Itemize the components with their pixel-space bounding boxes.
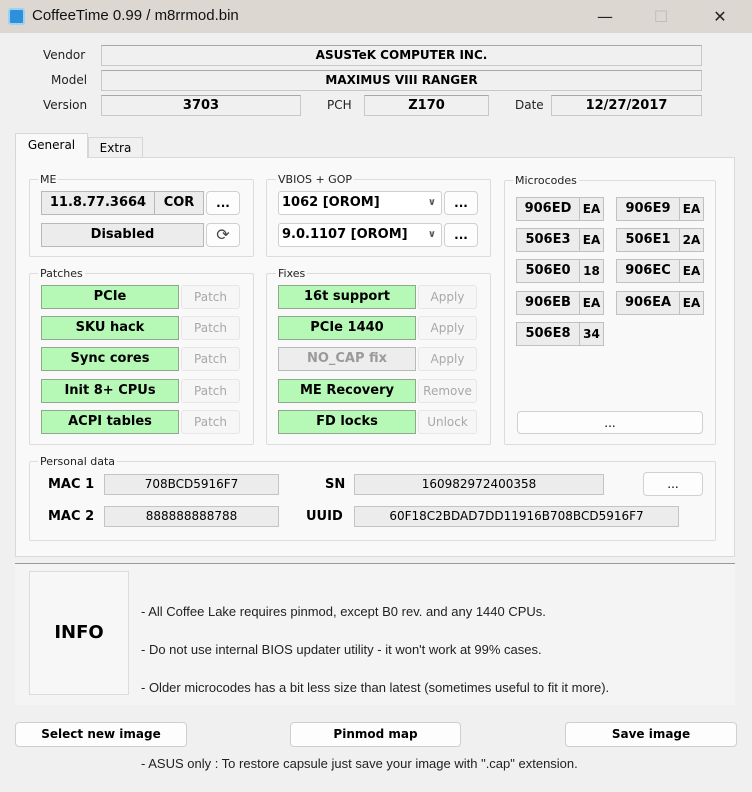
- version-field: 3703: [101, 95, 301, 116]
- info-line: - Older microcodes has a bit less size t…: [141, 680, 610, 695]
- fixes-group-label: Fixes: [276, 267, 308, 280]
- patch-status: PCIe: [41, 285, 179, 309]
- info-text: - All Coffee Lake requires pinmod, excep…: [141, 583, 609, 792]
- fix-status: ME Recovery: [278, 379, 416, 403]
- mac2-field[interactable]: 888888888788: [104, 506, 279, 527]
- mac1-field[interactable]: 708BCD5916F7: [104, 474, 279, 495]
- vbios-select[interactable]: 1062 [OROM] ∨: [278, 191, 442, 215]
- gop-value: 9.0.1107 [OROM]: [282, 227, 408, 242]
- vendor-field: ASUSTeK COMPUTER INC.: [101, 45, 702, 66]
- fix-status: PCIe 1440: [278, 316, 416, 340]
- patch-button[interactable]: Patch: [181, 347, 240, 371]
- fix-status: NO_CAP fix: [278, 347, 416, 371]
- microcodes-group-label: Microcodes: [513, 174, 579, 187]
- microcode-cpuid: 906EB: [516, 291, 580, 315]
- fix-button[interactable]: Apply: [418, 316, 477, 340]
- sn-label: SN: [325, 477, 346, 492]
- patch-status: Init 8+ CPUs: [41, 379, 179, 403]
- gop-more-button[interactable]: ...: [444, 223, 478, 247]
- microcode-revision: EA: [579, 197, 604, 221]
- microcode-cpuid: 906E9: [616, 197, 680, 221]
- refresh-icon[interactable]: ⟳: [206, 223, 240, 247]
- me-state: Disabled: [41, 223, 204, 247]
- microcode-cpuid: 506E3: [516, 228, 580, 252]
- fix-status: 16t support: [278, 285, 416, 309]
- microcode-revision: EA: [679, 197, 704, 221]
- mac1-label: MAC 1: [48, 477, 95, 492]
- select-new-image-button[interactable]: Select new image: [15, 722, 187, 747]
- patch-status: ACPI tables: [41, 410, 179, 434]
- microcode-cpuid: 506E1: [616, 228, 680, 252]
- patches-group-label: Patches: [38, 267, 85, 280]
- chevron-down-icon: ∨: [427, 229, 436, 240]
- info-title: INFO: [29, 571, 129, 695]
- personal-data-label: Personal data: [38, 455, 118, 468]
- minimize-button[interactable]: —: [582, 4, 628, 30]
- gop-select[interactable]: 9.0.1107 [OROM] ∨: [278, 223, 442, 247]
- patch-status: Sync cores: [41, 347, 179, 371]
- model-label: Model: [51, 73, 88, 87]
- vbios-group-label: VBIOS + GOP: [276, 173, 354, 186]
- info-line: - Do not use internal BIOS updater utili…: [141, 642, 542, 657]
- microcodes-more-button[interactable]: ...: [517, 411, 703, 434]
- app-icon: [8, 8, 25, 25]
- chevron-down-icon: ∨: [427, 197, 436, 208]
- patch-button[interactable]: Patch: [181, 410, 240, 434]
- info-line: - ASUS only : To restore capsule just sa…: [141, 756, 578, 771]
- me-group-label: ME: [38, 173, 59, 186]
- patch-button[interactable]: Patch: [181, 285, 240, 309]
- microcode-revision: 18: [579, 259, 604, 283]
- microcode-cpuid: 506E0: [516, 259, 580, 283]
- close-button[interactable]: ✕: [697, 4, 743, 30]
- me-version: 11.8.77.3664: [41, 191, 155, 215]
- microcode-revision: EA: [579, 291, 604, 315]
- microcode-cpuid: 906EC: [616, 259, 680, 283]
- window-title: CoffeeTime 0.99 / m8rrmod.bin: [32, 7, 239, 24]
- fix-button[interactable]: Unlock: [418, 410, 477, 434]
- microcode-cpuid: 506E8: [516, 322, 580, 346]
- microcode-cpuid: 906EA: [616, 291, 680, 315]
- patch-button[interactable]: Patch: [181, 316, 240, 340]
- pch-label: PCH: [327, 98, 352, 112]
- microcode-revision: EA: [679, 291, 704, 315]
- fix-status: FD locks: [278, 410, 416, 434]
- personal-more-button[interactable]: ...: [643, 472, 703, 496]
- maximize-button[interactable]: ☐: [638, 4, 684, 30]
- pinmod-map-button[interactable]: Pinmod map: [290, 722, 461, 747]
- vendor-label: Vendor: [43, 48, 86, 62]
- fix-button[interactable]: Apply: [418, 347, 477, 371]
- microcode-revision: EA: [579, 228, 604, 252]
- microcode-revision: 34: [579, 322, 604, 346]
- uuid-field[interactable]: 60F18C2BDAD7DD11916B708BCD5916F7: [354, 506, 679, 527]
- model-field: MAXIMUS VIII RANGER: [101, 70, 702, 91]
- fix-button[interactable]: Apply: [418, 285, 477, 309]
- patch-button[interactable]: Patch: [181, 379, 240, 403]
- info-line: - All Coffee Lake requires pinmod, excep…: [141, 604, 546, 619]
- tab-general[interactable]: General: [15, 133, 88, 158]
- save-image-button[interactable]: Save image: [565, 722, 737, 747]
- me-type: COR: [154, 191, 204, 215]
- sn-field[interactable]: 160982972400358: [354, 474, 604, 495]
- patch-status: SKU hack: [41, 316, 179, 340]
- microcode-revision: 2A: [679, 228, 704, 252]
- microcode-cpuid: 906ED: [516, 197, 580, 221]
- personal-data-group: [29, 461, 716, 541]
- tab-extra[interactable]: Extra: [88, 137, 143, 157]
- pch-field: Z170: [364, 95, 489, 116]
- vbios-value: 1062 [OROM]: [282, 195, 380, 210]
- me-more-button[interactable]: ...: [206, 191, 240, 215]
- date-label: Date: [515, 98, 544, 112]
- vbios-more-button[interactable]: ...: [444, 191, 478, 215]
- microcode-revision: EA: [679, 259, 704, 283]
- version-label: Version: [43, 98, 88, 112]
- date-field: 12/27/2017: [551, 95, 702, 116]
- uuid-label: UUID: [306, 509, 343, 524]
- fix-button[interactable]: Remove: [418, 379, 477, 403]
- mac2-label: MAC 2: [48, 509, 95, 524]
